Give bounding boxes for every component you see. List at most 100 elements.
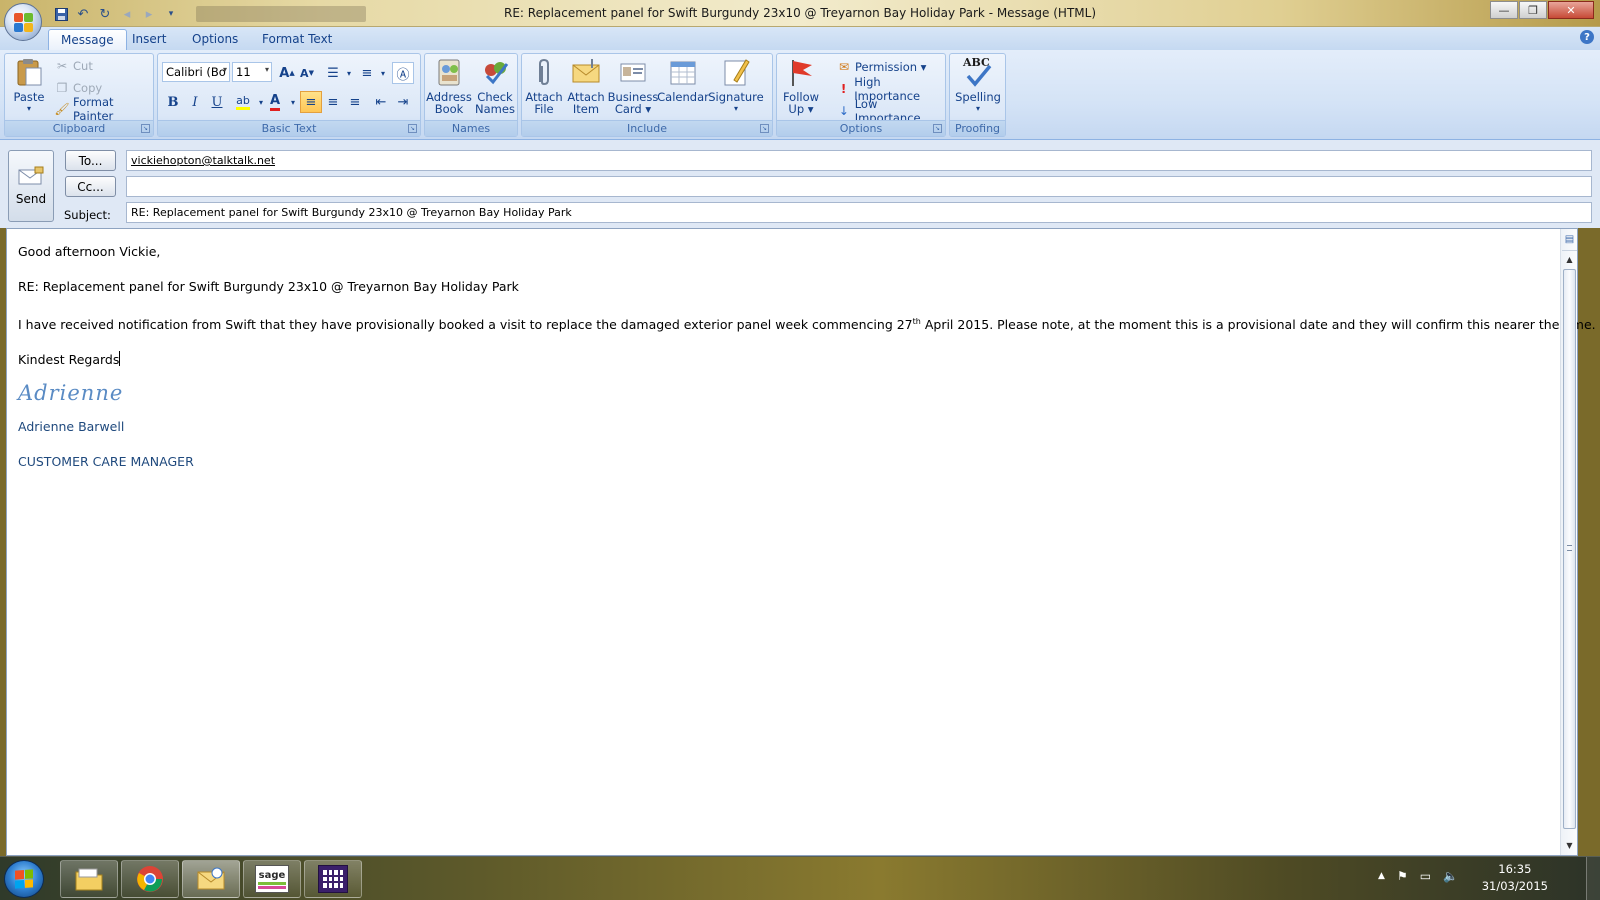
maximize-button[interactable]: ❐ (1519, 1, 1547, 19)
network-icon[interactable]: ▭ (1420, 869, 1431, 883)
spelling-icon: ABC (962, 56, 994, 88)
underline-button[interactable]: U (206, 91, 228, 113)
paste-button[interactable]: Paste ▾ (9, 56, 49, 115)
clipboard-launcher-icon[interactable]: ↘ (141, 124, 150, 133)
basic-text-launcher-icon[interactable]: ↘ (408, 124, 417, 133)
low-importance-button[interactable]: ↓ Low Importance (837, 97, 945, 125)
cc-field[interactable] (126, 176, 1592, 197)
signature-button[interactable]: Signature ▾ (708, 56, 764, 115)
paste-label: Paste (13, 90, 45, 104)
permission-label: Permission ▾ (855, 60, 927, 74)
align-left-icon[interactable]: ≡ (300, 91, 322, 113)
signature-title: CUSTOMER CARE MANAGER (18, 454, 194, 470)
cut-label: Cut (73, 59, 93, 73)
follow-up-button[interactable]: Follow Up ▾ (779, 56, 823, 115)
recipient-address[interactable]: vickiehopton@talktalk.net (131, 154, 275, 167)
clipboard-group-label: Clipboard (5, 120, 153, 136)
basic-text-group: Calibri (Bo ▾ 11 ▾ A ▲ A ▼ ☰ ▾ ≡ ▾ Ⓐ B I U… (157, 53, 421, 137)
office-button[interactable] (4, 3, 42, 41)
include-group: Attach File Attach Item Business Card ▾ … (521, 53, 773, 137)
help-icon[interactable]: ? (1580, 30, 1594, 44)
taskbar-calculator-app[interactable] (304, 860, 362, 898)
subject-field[interactable]: RE: Replacement panel for Swift Burgundy… (126, 202, 1592, 223)
styles-icon[interactable]: Ⓐ (392, 62, 414, 84)
spelling-button[interactable]: ABC Spelling ▾ (952, 56, 1004, 115)
check-names-icon (485, 62, 509, 85)
tab-format-text[interactable]: Format Text (250, 29, 344, 50)
to-button[interactable]: To... (65, 150, 116, 171)
permission-button[interactable]: ✉ Permission ▾ (837, 57, 927, 77)
sage-icon: sage (255, 865, 289, 893)
proofing-group: ABC Spelling ▾ Proofing (949, 53, 1006, 137)
taskbar-chrome[interactable] (121, 860, 179, 898)
calendar-icon (670, 61, 696, 85)
options-group-label: Options (777, 120, 945, 136)
send-button[interactable]: Send (8, 150, 54, 222)
address-book-icon (438, 59, 460, 86)
business-card-label-2: Card ▾ (614, 102, 652, 116)
chrome-icon (137, 866, 163, 892)
office-logo-icon (14, 13, 34, 33)
action-center-flag-icon[interactable]: ⚑ (1397, 869, 1408, 883)
tab-options[interactable]: Options (180, 29, 250, 50)
show-desktop-button[interactable] (1586, 857, 1600, 900)
format-painter-button[interactable]: 🖌 Format Painter (54, 95, 153, 123)
taskbar-sage[interactable]: sage (243, 860, 301, 898)
attach-file-button[interactable]: Attach File (524, 56, 564, 115)
cc-button[interactable]: Cc... (65, 176, 116, 197)
business-card-button[interactable]: Business Card ▾ (608, 56, 658, 115)
start-button[interactable] (4, 860, 44, 898)
taskbar-explorer[interactable] (60, 860, 118, 898)
volume-icon[interactable]: 🔈 (1443, 869, 1458, 883)
system-tray: ▲ ⚑ ▭ 🔈 (1378, 869, 1458, 883)
show-hidden-icons-icon[interactable]: ▲ (1378, 871, 1385, 881)
cut-button[interactable]: ✂ Cut (55, 56, 93, 76)
send-label: Send (15, 192, 47, 206)
address-book-button[interactable]: Address Book (426, 56, 472, 115)
increase-indent-icon[interactable]: ⇥ (392, 91, 414, 113)
to-field[interactable]: vickiehopton@talktalk.net (126, 150, 1592, 171)
grow-font-icon[interactable]: A ▲ (276, 62, 298, 84)
copy-label: Copy (73, 81, 103, 95)
close-button[interactable]: ✕ (1548, 1, 1594, 19)
shrink-font-icon[interactable]: A ▼ (296, 62, 318, 84)
check-names-button[interactable]: Check Names (473, 56, 517, 115)
tab-message[interactable]: Message (48, 29, 127, 50)
tab-insert[interactable]: Insert (120, 29, 178, 50)
italic-button[interactable]: I (184, 91, 206, 113)
closing-line: Kindest Regards (18, 351, 1596, 369)
options-launcher-icon[interactable]: ↘ (933, 124, 942, 133)
decrease-indent-icon[interactable]: ⇤ (370, 91, 392, 113)
ruler-toggle-icon[interactable]: ▤ (1562, 229, 1577, 251)
message-body-text[interactable]: Good afternoon Vickie, RE: Replacement p… (18, 243, 1596, 488)
align-right-icon[interactable]: ≡ (344, 91, 366, 113)
high-importance-button[interactable]: ! High Importance (837, 75, 945, 103)
attach-item-button[interactable]: Attach Item (566, 56, 606, 115)
font-size-combo[interactable]: 11 ▾ (232, 62, 272, 82)
body-paragraph-before: I have received notification from Swift … (18, 317, 913, 333)
scroll-down-icon[interactable]: ▼ (1562, 838, 1577, 853)
ribbon-tabs: Message Insert Options Format Text ? (0, 27, 1600, 50)
message-body[interactable]: Good afternoon Vickie, RE: Replacement p… (6, 228, 1596, 856)
signature-script: Adrienne (18, 381, 124, 406)
clock-date: 31/03/2015 (1481, 879, 1548, 893)
taskbar-clock[interactable]: 16:35 31/03/2015 (1482, 861, 1548, 895)
minimize-button[interactable]: — (1490, 1, 1518, 19)
calendar-button[interactable]: Calendar (657, 56, 709, 103)
proofing-group-label: Proofing (950, 120, 1005, 136)
business-card-icon (620, 63, 646, 82)
align-center-icon[interactable]: ≡ (322, 91, 344, 113)
signature-icon (724, 59, 750, 86)
check-names-label-2: Names (475, 102, 515, 116)
vertical-scrollbar[interactable]: ▤ ▲ ▼ (1560, 229, 1577, 855)
scroll-thumb[interactable] (1563, 269, 1576, 829)
scroll-up-icon[interactable]: ▲ (1562, 252, 1577, 267)
include-launcher-icon[interactable]: ↘ (760, 124, 769, 133)
taskbar-outlook[interactable] (182, 860, 240, 898)
bold-button[interactable]: B (162, 91, 184, 113)
paperclip-icon (539, 58, 549, 86)
signature-dropdown-icon: ▾ (733, 104, 738, 113)
numbering-dropdown-icon[interactable]: ▾ (372, 62, 394, 84)
font-name-combo[interactable]: Calibri (Bo ▾ (162, 62, 230, 82)
attach-item-label-2: Item (572, 102, 600, 116)
